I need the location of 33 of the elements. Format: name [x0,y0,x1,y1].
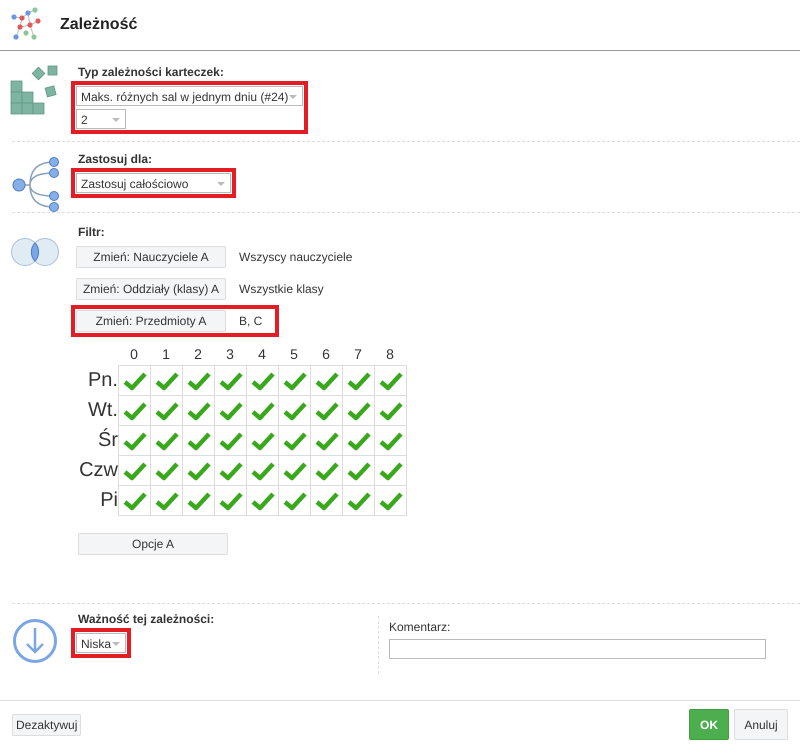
day-label: Pn. [86,368,118,393]
deactivate-button[interactable]: Dezaktywuj [12,714,82,736]
type-dropdown[interactable]: Maks. różnych sal w jednym dniu (#24) [76,86,303,106]
day-label: Pi [99,488,118,513]
day-label: Wt. [87,398,118,423]
change-filter-button[interactable]: Zmień: Przedmioty A [76,310,226,332]
filter-value: B, C [239,314,262,328]
period-header: 0 [129,345,139,364]
period-header: 3 [225,345,235,364]
change-filter-button[interactable]: Zmień: Oddziały (klasy) A [76,278,226,300]
filter-value: Wszystkie klasy [239,282,324,296]
period-header: 6 [321,345,331,364]
field-label: Filtr: [78,225,106,239]
period-header: 1 [161,345,171,364]
period-header: 8 [385,345,395,364]
period-header: 5 [289,345,299,364]
field-label: Komentarz: [389,620,452,634]
period-header: 4 [257,345,267,364]
cancel-button[interactable]: Anuluj [734,709,788,740]
field-label: Zastosuj dla: [78,152,154,166]
apply-dropdown[interactable]: Zastosuj całościowo [76,173,231,193]
options-button[interactable]: Opcje A [78,533,228,555]
importance-dropdown[interactable]: Niska [76,633,126,653]
window-title: Zależność [60,16,138,34]
period-header: 7 [353,345,363,364]
day-label: Śr [97,427,118,453]
day-label: Czw [78,458,118,483]
count-dropdown[interactable]: 2 [76,109,126,129]
field-label: Typ zależności karteczek: [78,65,225,79]
filter-value: Wszyscy nauczyciele [239,250,352,264]
field-label: Ważność tej zależności: [78,612,216,626]
change-filter-button[interactable]: Zmień: Nauczyciele A [76,246,226,268]
period-header: 2 [193,345,203,364]
